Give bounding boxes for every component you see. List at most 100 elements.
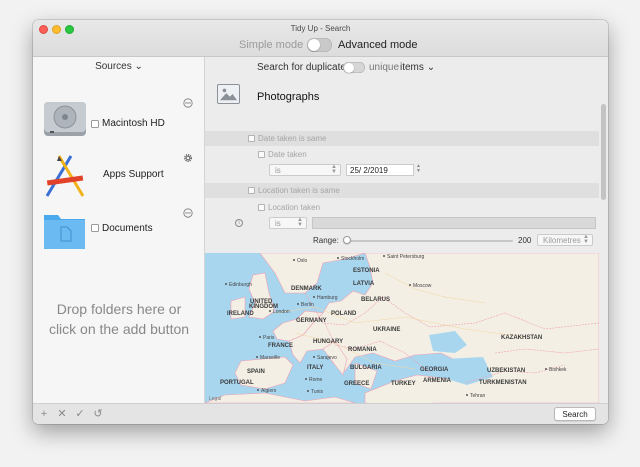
macintosh-hd-label: Macintosh HD bbox=[102, 118, 165, 129]
date-operator-select[interactable]: is ▲ ▼ bbox=[269, 164, 341, 176]
map-label: Berlin bbox=[301, 302, 314, 308]
city-marker bbox=[337, 257, 339, 259]
mode-switcher: Simple mode Advanced mode bbox=[33, 37, 608, 53]
city-marker bbox=[545, 368, 547, 370]
remove-source-button[interactable]: ✕ bbox=[56, 408, 68, 420]
add-source-button[interactable]: + bbox=[38, 408, 50, 420]
city-marker bbox=[409, 284, 411, 286]
check-all-button[interactable]: ✓ bbox=[74, 408, 86, 420]
title-bar: Tidy Up - Search Simple mode Advanced mo… bbox=[33, 20, 608, 57]
map-label: Stockholm bbox=[341, 256, 364, 262]
window-title: Tidy Up - Search bbox=[290, 24, 351, 33]
criteria-panel: Search for duplicate unique items ⌄ Phot… bbox=[205, 57, 608, 403]
sources-label: Sources bbox=[95, 61, 132, 72]
bottom-toolbar: + ✕ ✓ ↺ Search bbox=[33, 403, 608, 424]
date-operator-value: is bbox=[275, 166, 281, 175]
date-taken-same-checkbox[interactable] bbox=[248, 135, 255, 142]
map-label: DENMARK bbox=[291, 286, 322, 292]
date-taken-row: Date taken bbox=[205, 147, 599, 162]
date-taken-same-label: Date taken is same bbox=[258, 134, 327, 143]
map-label: UKRAINE bbox=[373, 327, 400, 333]
map-label: BELARUS bbox=[361, 297, 390, 303]
city-marker bbox=[269, 310, 271, 312]
chevron-down-icon: ⌄ bbox=[134, 61, 143, 72]
unit-select[interactable]: Kilometres ▲ ▼ bbox=[537, 234, 593, 246]
info-icon[interactable]: i bbox=[235, 219, 243, 227]
city-marker bbox=[225, 283, 227, 285]
dropzone-line-2: click on the add button bbox=[48, 321, 190, 337]
city-marker bbox=[313, 296, 315, 298]
map-label: HUNGARY bbox=[313, 339, 343, 345]
city-marker bbox=[466, 394, 468, 396]
simple-mode-label[interactable]: Simple mode bbox=[239, 39, 303, 51]
map-label: Saint Petersburg bbox=[387, 254, 424, 260]
date-field[interactable]: 25/ 2/2019 bbox=[346, 164, 414, 176]
documents-folder-icon bbox=[44, 215, 85, 249]
map-label: GERMANY bbox=[296, 318, 327, 324]
documents-checkbox[interactable] bbox=[91, 224, 99, 232]
sources-menu[interactable]: Sources ⌄ bbox=[33, 61, 205, 72]
map-label: Oslo bbox=[297, 258, 308, 264]
mode-toggle[interactable] bbox=[307, 38, 332, 52]
more-options-icon[interactable] bbox=[183, 98, 193, 108]
city-marker bbox=[383, 255, 385, 257]
source-item-documents[interactable]: Documents bbox=[33, 207, 205, 257]
map-label: IRELAND bbox=[227, 311, 254, 317]
map-canvas: Oslo Stockholm Saint Petersburg ESTONIA LATV… bbox=[205, 253, 599, 403]
map-label: GEORGIA bbox=[420, 367, 449, 373]
city-marker bbox=[297, 303, 299, 305]
app-window: Tidy Up - Search Simple mode Advanced mo… bbox=[33, 20, 608, 424]
up-down-arrows-icon: ▲ ▼ bbox=[297, 217, 303, 228]
location-taken-row: Location taken bbox=[205, 200, 599, 215]
gear-icon[interactable] bbox=[183, 153, 193, 163]
date-taken-label: Date taken bbox=[268, 150, 307, 159]
map-legal-link[interactable]: Legal bbox=[209, 396, 221, 402]
item-type-menu[interactable]: items ⌄ bbox=[400, 62, 435, 73]
city-marker bbox=[307, 390, 309, 392]
date-taken-checkbox[interactable] bbox=[258, 151, 265, 158]
macintosh-hd-checkbox[interactable] bbox=[91, 120, 99, 128]
map-label: GREECE bbox=[344, 381, 369, 387]
location-taken-same-checkbox[interactable] bbox=[248, 187, 255, 194]
unique-toggle-knob bbox=[344, 62, 354, 73]
location-field[interactable] bbox=[312, 217, 596, 229]
range-slider[interactable] bbox=[345, 240, 513, 242]
documents-label: Documents bbox=[102, 223, 153, 234]
map-label: Sarajevo bbox=[317, 355, 337, 361]
more-options-icon[interactable] bbox=[183, 208, 193, 218]
advanced-mode-label[interactable]: Advanced mode bbox=[338, 39, 418, 51]
date-stepper[interactable]: ▲ ▼ bbox=[415, 164, 422, 176]
map-label: London bbox=[273, 309, 290, 315]
photographs-title: Photographs bbox=[257, 91, 320, 103]
drop-folders-hint[interactable]: Drop folders here or click on the add bu… bbox=[33, 299, 205, 339]
unique-toggle[interactable] bbox=[343, 62, 365, 73]
range-slider-knob[interactable] bbox=[342, 236, 351, 244]
range-label: Range: bbox=[313, 236, 339, 245]
unique-label: unique bbox=[369, 62, 400, 73]
reset-button[interactable]: ↺ bbox=[92, 408, 104, 420]
map-label: FRANCE bbox=[268, 343, 293, 349]
location-operator-select[interactable]: is ▲ ▼ bbox=[269, 217, 307, 229]
map-label: Rome bbox=[309, 377, 323, 383]
location-map[interactable]: Oslo Stockholm Saint Petersburg ESTONIA LATV… bbox=[205, 253, 599, 403]
items-label: items bbox=[400, 62, 424, 73]
source-item-apps-support[interactable]: Apps Support bbox=[33, 152, 205, 202]
map-label: Tunis bbox=[311, 389, 324, 395]
map-label: Algiers bbox=[261, 388, 277, 394]
city-marker bbox=[293, 259, 295, 261]
map-label: ROMANIA bbox=[348, 347, 377, 353]
dropzone-line-1: Drop folders here or bbox=[56, 301, 182, 317]
map-label: LATVIA bbox=[353, 281, 375, 287]
city-marker bbox=[256, 356, 258, 358]
applications-icon bbox=[45, 155, 85, 197]
location-operator-value: is bbox=[275, 219, 281, 228]
location-taken-same-label: Location taken is same bbox=[258, 186, 340, 195]
location-taken-checkbox[interactable] bbox=[258, 204, 265, 211]
up-down-arrows-icon: ▲ ▼ bbox=[331, 164, 337, 175]
source-item-macintosh-hd[interactable]: Macintosh HD bbox=[33, 97, 205, 147]
scrollbar[interactable] bbox=[601, 104, 606, 200]
city-marker bbox=[313, 356, 315, 358]
map-label: Paris bbox=[263, 335, 275, 341]
search-button[interactable]: Search bbox=[554, 407, 596, 421]
map-label: KAZAKHSTAN bbox=[501, 335, 542, 341]
